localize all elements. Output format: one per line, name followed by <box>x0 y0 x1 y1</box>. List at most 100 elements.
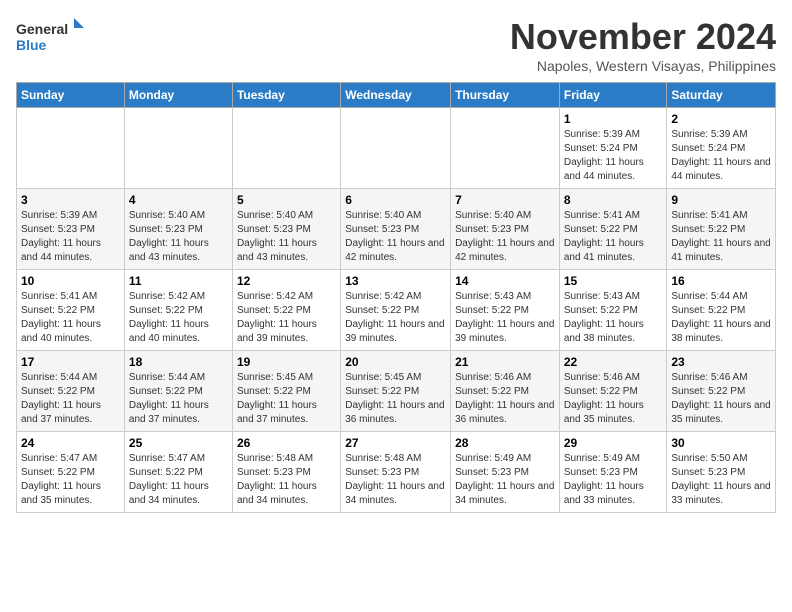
day-info: Sunrise: 5:39 AM Sunset: 5:24 PM Dayligh… <box>671 128 771 184</box>
calendar-cell: 25Sunrise: 5:47 AM Sunset: 5:22 PM Dayli… <box>124 432 232 513</box>
calendar-cell: 6 Sunrise: 5:40 AM Sunset: 5:23 PM Daylig… <box>341 189 451 270</box>
calendar-cell: 9 Sunrise: 5:41 AM Sunset: 5:22 PM Daylig… <box>667 189 776 270</box>
logo: General Blue <box>16 16 86 56</box>
day-info: Sunrise: 5:47 AM Sunset: 5:22 PM Dayligh… <box>129 452 228 508</box>
calendar-cell <box>451 108 560 189</box>
calendar-cell: 18 Sunrise: 5:44 AM Sunset: 5:22 PM Dayli… <box>124 351 232 432</box>
day-info: Sunrise: 5:44 AM Sunset: 5:22 PM Dayligh… <box>671 290 771 346</box>
day-info: Sunrise: 5:45 AM Sunset: 5:22 PM Dayligh… <box>237 371 336 427</box>
day-number: 1 <box>564 112 663 126</box>
calendar-cell: 1 Sunrise: 5:39 AM Sunset: 5:24 PM Daylig… <box>559 108 667 189</box>
calendar-cell: 3 Sunrise: 5:39 AM Sunset: 5:23 PM Daylig… <box>17 189 125 270</box>
day-header: Thursday <box>451 83 560 108</box>
logo-svg: General Blue <box>16 16 86 56</box>
day-number: 6 <box>345 193 446 207</box>
day-number: 7 <box>455 193 555 207</box>
calendar-cell: 5 Sunrise: 5:40 AM Sunset: 5:23 PM Daylig… <box>232 189 340 270</box>
day-info: Sunrise: 5:44 AM Sunset: 5:22 PM Dayligh… <box>21 371 120 427</box>
calendar-cell: 29 Sunrise: 5:49 AM Sunset: 5:23 PM Dayli… <box>559 432 667 513</box>
day-info: Sunrise: 5:42 AM Sunset: 5:22 PM Dayligh… <box>345 290 446 346</box>
day-info: Sunrise: 5:40 AM Sunset: 5:23 PM Dayligh… <box>345 209 446 265</box>
day-info: Sunrise: 5:43 AM Sunset: 5:22 PM Dayligh… <box>564 290 663 346</box>
day-number: 28 <box>455 436 555 450</box>
calendar-week-row: 10 Sunrise: 5:41 AM Sunset: 5:22 PM Dayli… <box>17 270 776 351</box>
day-header: Saturday <box>667 83 776 108</box>
header: General Blue November 2024 Napoles, West… <box>16 16 776 74</box>
calendar-cell: 30 Sunrise: 5:50 AM Sunset: 5:23 PM Dayli… <box>667 432 776 513</box>
calendar-cell: 7 Sunrise: 5:40 AM Sunset: 5:23 PM Daylig… <box>451 189 560 270</box>
day-info: Sunrise: 5:41 AM Sunset: 5:22 PM Dayligh… <box>671 209 771 265</box>
day-number: 5 <box>237 193 336 207</box>
calendar-cell <box>124 108 232 189</box>
day-number: 12 <box>237 274 336 288</box>
day-number: 9 <box>671 193 771 207</box>
day-number: 4 <box>129 193 228 207</box>
day-header: Monday <box>124 83 232 108</box>
calendar-week-row: 3 Sunrise: 5:39 AM Sunset: 5:23 PM Daylig… <box>17 189 776 270</box>
calendar-cell: 22 Sunrise: 5:46 AM Sunset: 5:22 PM Dayli… <box>559 351 667 432</box>
location: Napoles, Western Visayas, Philippines <box>510 58 776 74</box>
calendar-cell: 2Sunrise: 5:39 AM Sunset: 5:24 PM Daylig… <box>667 108 776 189</box>
day-info: Sunrise: 5:40 AM Sunset: 5:23 PM Dayligh… <box>455 209 555 265</box>
day-number: 16 <box>671 274 771 288</box>
day-info: Sunrise: 5:50 AM Sunset: 5:23 PM Dayligh… <box>671 452 771 508</box>
day-info: Sunrise: 5:40 AM Sunset: 5:23 PM Dayligh… <box>237 209 336 265</box>
calendar-cell: 20Sunrise: 5:45 AM Sunset: 5:22 PM Dayli… <box>341 351 451 432</box>
calendar-week-row: 17 Sunrise: 5:44 AM Sunset: 5:22 PM Dayli… <box>17 351 776 432</box>
day-header: Tuesday <box>232 83 340 108</box>
day-info: Sunrise: 5:46 AM Sunset: 5:22 PM Dayligh… <box>455 371 555 427</box>
day-info: Sunrise: 5:46 AM Sunset: 5:22 PM Dayligh… <box>671 371 771 427</box>
calendar-cell: 23 Sunrise: 5:46 AM Sunset: 5:22 PM Dayli… <box>667 351 776 432</box>
calendar-cell: 10 Sunrise: 5:41 AM Sunset: 5:22 PM Dayli… <box>17 270 125 351</box>
calendar-cell: 14Sunrise: 5:43 AM Sunset: 5:22 PM Dayli… <box>451 270 560 351</box>
svg-text:Blue: Blue <box>16 37 47 53</box>
calendar-cell: 19 Sunrise: 5:45 AM Sunset: 5:22 PM Dayli… <box>232 351 340 432</box>
day-info: Sunrise: 5:42 AM Sunset: 5:22 PM Dayligh… <box>237 290 336 346</box>
calendar-table: SundayMondayTuesdayWednesdayThursdayFrid… <box>16 82 776 513</box>
day-header: Sunday <box>17 83 125 108</box>
day-number: 30 <box>671 436 771 450</box>
calendar-cell <box>341 108 451 189</box>
calendar-week-row: 24Sunrise: 5:47 AM Sunset: 5:22 PM Dayli… <box>17 432 776 513</box>
day-number: 27 <box>345 436 446 450</box>
day-info: Sunrise: 5:39 AM Sunset: 5:24 PM Dayligh… <box>564 128 663 184</box>
day-number: 21 <box>455 355 555 369</box>
calendar-cell <box>232 108 340 189</box>
calendar-cell: 12 Sunrise: 5:42 AM Sunset: 5:22 PM Dayli… <box>232 270 340 351</box>
calendar-cell: 17 Sunrise: 5:44 AM Sunset: 5:22 PM Dayli… <box>17 351 125 432</box>
calendar-cell: 13Sunrise: 5:42 AM Sunset: 5:22 PM Dayli… <box>341 270 451 351</box>
day-number: 14 <box>455 274 555 288</box>
day-info: Sunrise: 5:49 AM Sunset: 5:23 PM Dayligh… <box>564 452 663 508</box>
day-header: Friday <box>559 83 667 108</box>
calendar-header-row: SundayMondayTuesdayWednesdayThursdayFrid… <box>17 83 776 108</box>
day-number: 22 <box>564 355 663 369</box>
day-info: Sunrise: 5:48 AM Sunset: 5:23 PM Dayligh… <box>237 452 336 508</box>
month-title: November 2024 <box>510 16 776 58</box>
calendar-cell: 24Sunrise: 5:47 AM Sunset: 5:22 PM Dayli… <box>17 432 125 513</box>
day-number: 29 <box>564 436 663 450</box>
day-number: 19 <box>237 355 336 369</box>
calendar-cell: 26 Sunrise: 5:48 AM Sunset: 5:23 PM Dayli… <box>232 432 340 513</box>
day-info: Sunrise: 5:46 AM Sunset: 5:22 PM Dayligh… <box>564 371 663 427</box>
day-info: Sunrise: 5:40 AM Sunset: 5:23 PM Dayligh… <box>129 209 228 265</box>
day-info: Sunrise: 5:44 AM Sunset: 5:22 PM Dayligh… <box>129 371 228 427</box>
day-number: 18 <box>129 355 228 369</box>
day-info: Sunrise: 5:41 AM Sunset: 5:22 PM Dayligh… <box>564 209 663 265</box>
calendar-cell: 15 Sunrise: 5:43 AM Sunset: 5:22 PM Dayli… <box>559 270 667 351</box>
day-header: Wednesday <box>341 83 451 108</box>
day-number: 10 <box>21 274 120 288</box>
day-number: 15 <box>564 274 663 288</box>
day-number: 26 <box>237 436 336 450</box>
day-info: Sunrise: 5:41 AM Sunset: 5:22 PM Dayligh… <box>21 290 120 346</box>
day-info: Sunrise: 5:42 AM Sunset: 5:22 PM Dayligh… <box>129 290 228 346</box>
title-area: November 2024 Napoles, Western Visayas, … <box>510 16 776 74</box>
calendar-cell <box>17 108 125 189</box>
day-number: 17 <box>21 355 120 369</box>
day-info: Sunrise: 5:49 AM Sunset: 5:23 PM Dayligh… <box>455 452 555 508</box>
svg-text:General: General <box>16 21 68 37</box>
day-info: Sunrise: 5:39 AM Sunset: 5:23 PM Dayligh… <box>21 209 120 265</box>
day-number: 20 <box>345 355 446 369</box>
day-number: 23 <box>671 355 771 369</box>
day-number: 3 <box>21 193 120 207</box>
day-number: 8 <box>564 193 663 207</box>
